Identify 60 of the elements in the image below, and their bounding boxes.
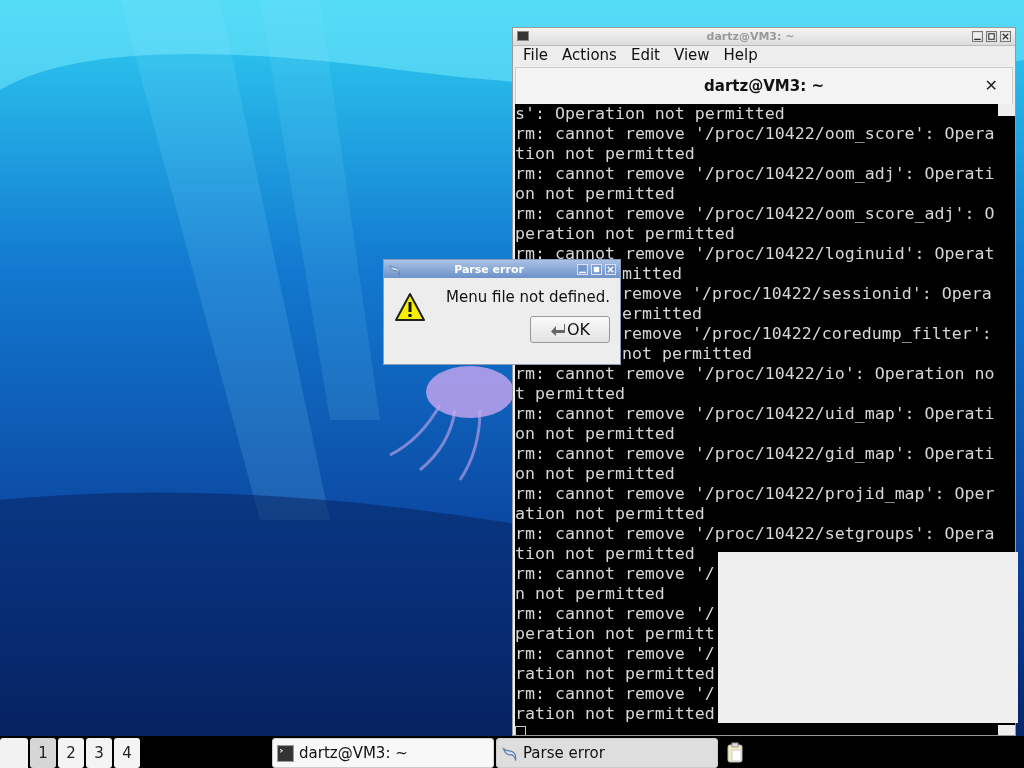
desktop-button[interactable]: 3: [86, 738, 112, 768]
menu-item[interactable]: File: [523, 46, 549, 65]
terminal-line: rm: cannot remove '/proc/10422/uid_map': Operati: [515, 404, 995, 423]
scroll-thumb[interactable]: [998, 104, 1015, 116]
close-tab-button[interactable]: ✕: [984, 76, 998, 96]
terminal-line: rm: cannot remove '/: [515, 684, 715, 703]
terminal-line: tion not permitted: [515, 144, 695, 163]
terminal-line: peration not permitted: [515, 224, 735, 243]
task-button[interactable]: dartz@VM3: ~: [272, 738, 494, 768]
menu-item[interactable]: Help: [723, 46, 758, 65]
terminal-line: rm: cannot remove '/proc/10422/io': Operation no: [515, 364, 995, 383]
terminal-line: rm: cannot remove '/: [515, 564, 715, 583]
terminal-icon: [517, 31, 529, 42]
terminal-line: rm: cannot remove '/proc/10422/gid_map': Operati: [515, 444, 995, 463]
menu-item[interactable]: Actions: [562, 46, 617, 65]
terminal-line: remove '/proc/10422/sessionid': Opera: [622, 284, 992, 303]
ok-button[interactable]: OK: [530, 316, 610, 343]
tab[interactable]: dartz@VM3: ~: [704, 76, 824, 95]
arrow-icon: [549, 322, 566, 337]
menu-item[interactable]: Edit: [630, 46, 660, 65]
terminal-line: on not permitted: [515, 424, 675, 443]
terminal-line: mitted: [622, 264, 682, 283]
terminal-line: peration not permitt: [515, 624, 715, 643]
terminal-line: s': Operation not permitted: [515, 104, 785, 123]
terminal-line: rm: cannot remove '/proc/10422/oom_score': Opera: [515, 124, 995, 143]
terminal-line: t permitted: [515, 384, 625, 403]
terminal-line: rm: cannot remove '/: [515, 604, 715, 623]
terminal-line: tion not permitted: [515, 544, 695, 563]
terminal-line: rm: cannot remove '/proc/10422/oom_adj': Operati: [515, 164, 995, 183]
task-button[interactable]: Parse error: [496, 738, 718, 768]
terminal-icon: [277, 744, 294, 762]
terminal-line: rm: cannot remove '/proc/10422/setgroups': Opera: [515, 524, 995, 543]
bird-icon: [501, 744, 518, 762]
terminal-line: rm: cannot remove '/proc/10422/loginuid': Operat: [515, 244, 995, 263]
minimize-button[interactable]: [972, 30, 983, 42]
clipboard-icon[interactable]: [726, 742, 744, 764]
desktop-button[interactable]: 2: [58, 738, 84, 768]
terminal-line: ration not permitted: [515, 704, 715, 723]
terminal-line: remove '/proc/10422/coredump_filter':: [622, 324, 992, 343]
close-button[interactable]: [1000, 30, 1011, 42]
terminal-line: ration not permitted: [515, 664, 715, 683]
desktop-button[interactable]: 4: [114, 738, 140, 768]
terminal-line: rm: cannot remove '/proc/10422/projid_map': Oper: [515, 484, 995, 503]
maximize-button[interactable]: [986, 30, 997, 42]
warning-icon: [394, 292, 426, 322]
dialog-title: Parse error: [453, 262, 525, 276]
terminal-line: on not permitted: [515, 184, 675, 203]
terminal-line: rm: cannot remove '/: [515, 644, 715, 663]
desktop-button[interactable]: 1: [30, 738, 56, 768]
terminal-line: on not permitted: [515, 464, 675, 483]
cursor: [515, 726, 526, 735]
terminal-line: ation not permitted: [515, 504, 705, 523]
terminal-line: rm: cannot remove '/proc/10422/oom_score_adj': O: [515, 204, 995, 223]
bird-icon: [388, 262, 401, 276]
terminal-line: ermitted: [622, 304, 702, 323]
terminal-line: not permitted: [622, 344, 752, 363]
dialog-message: Menu file not defined.: [446, 288, 611, 306]
terminal-line: n not permitted: [515, 584, 665, 603]
menu-item[interactable]: View: [673, 46, 710, 65]
window-title: dartz@VM3: ~: [705, 29, 796, 43]
